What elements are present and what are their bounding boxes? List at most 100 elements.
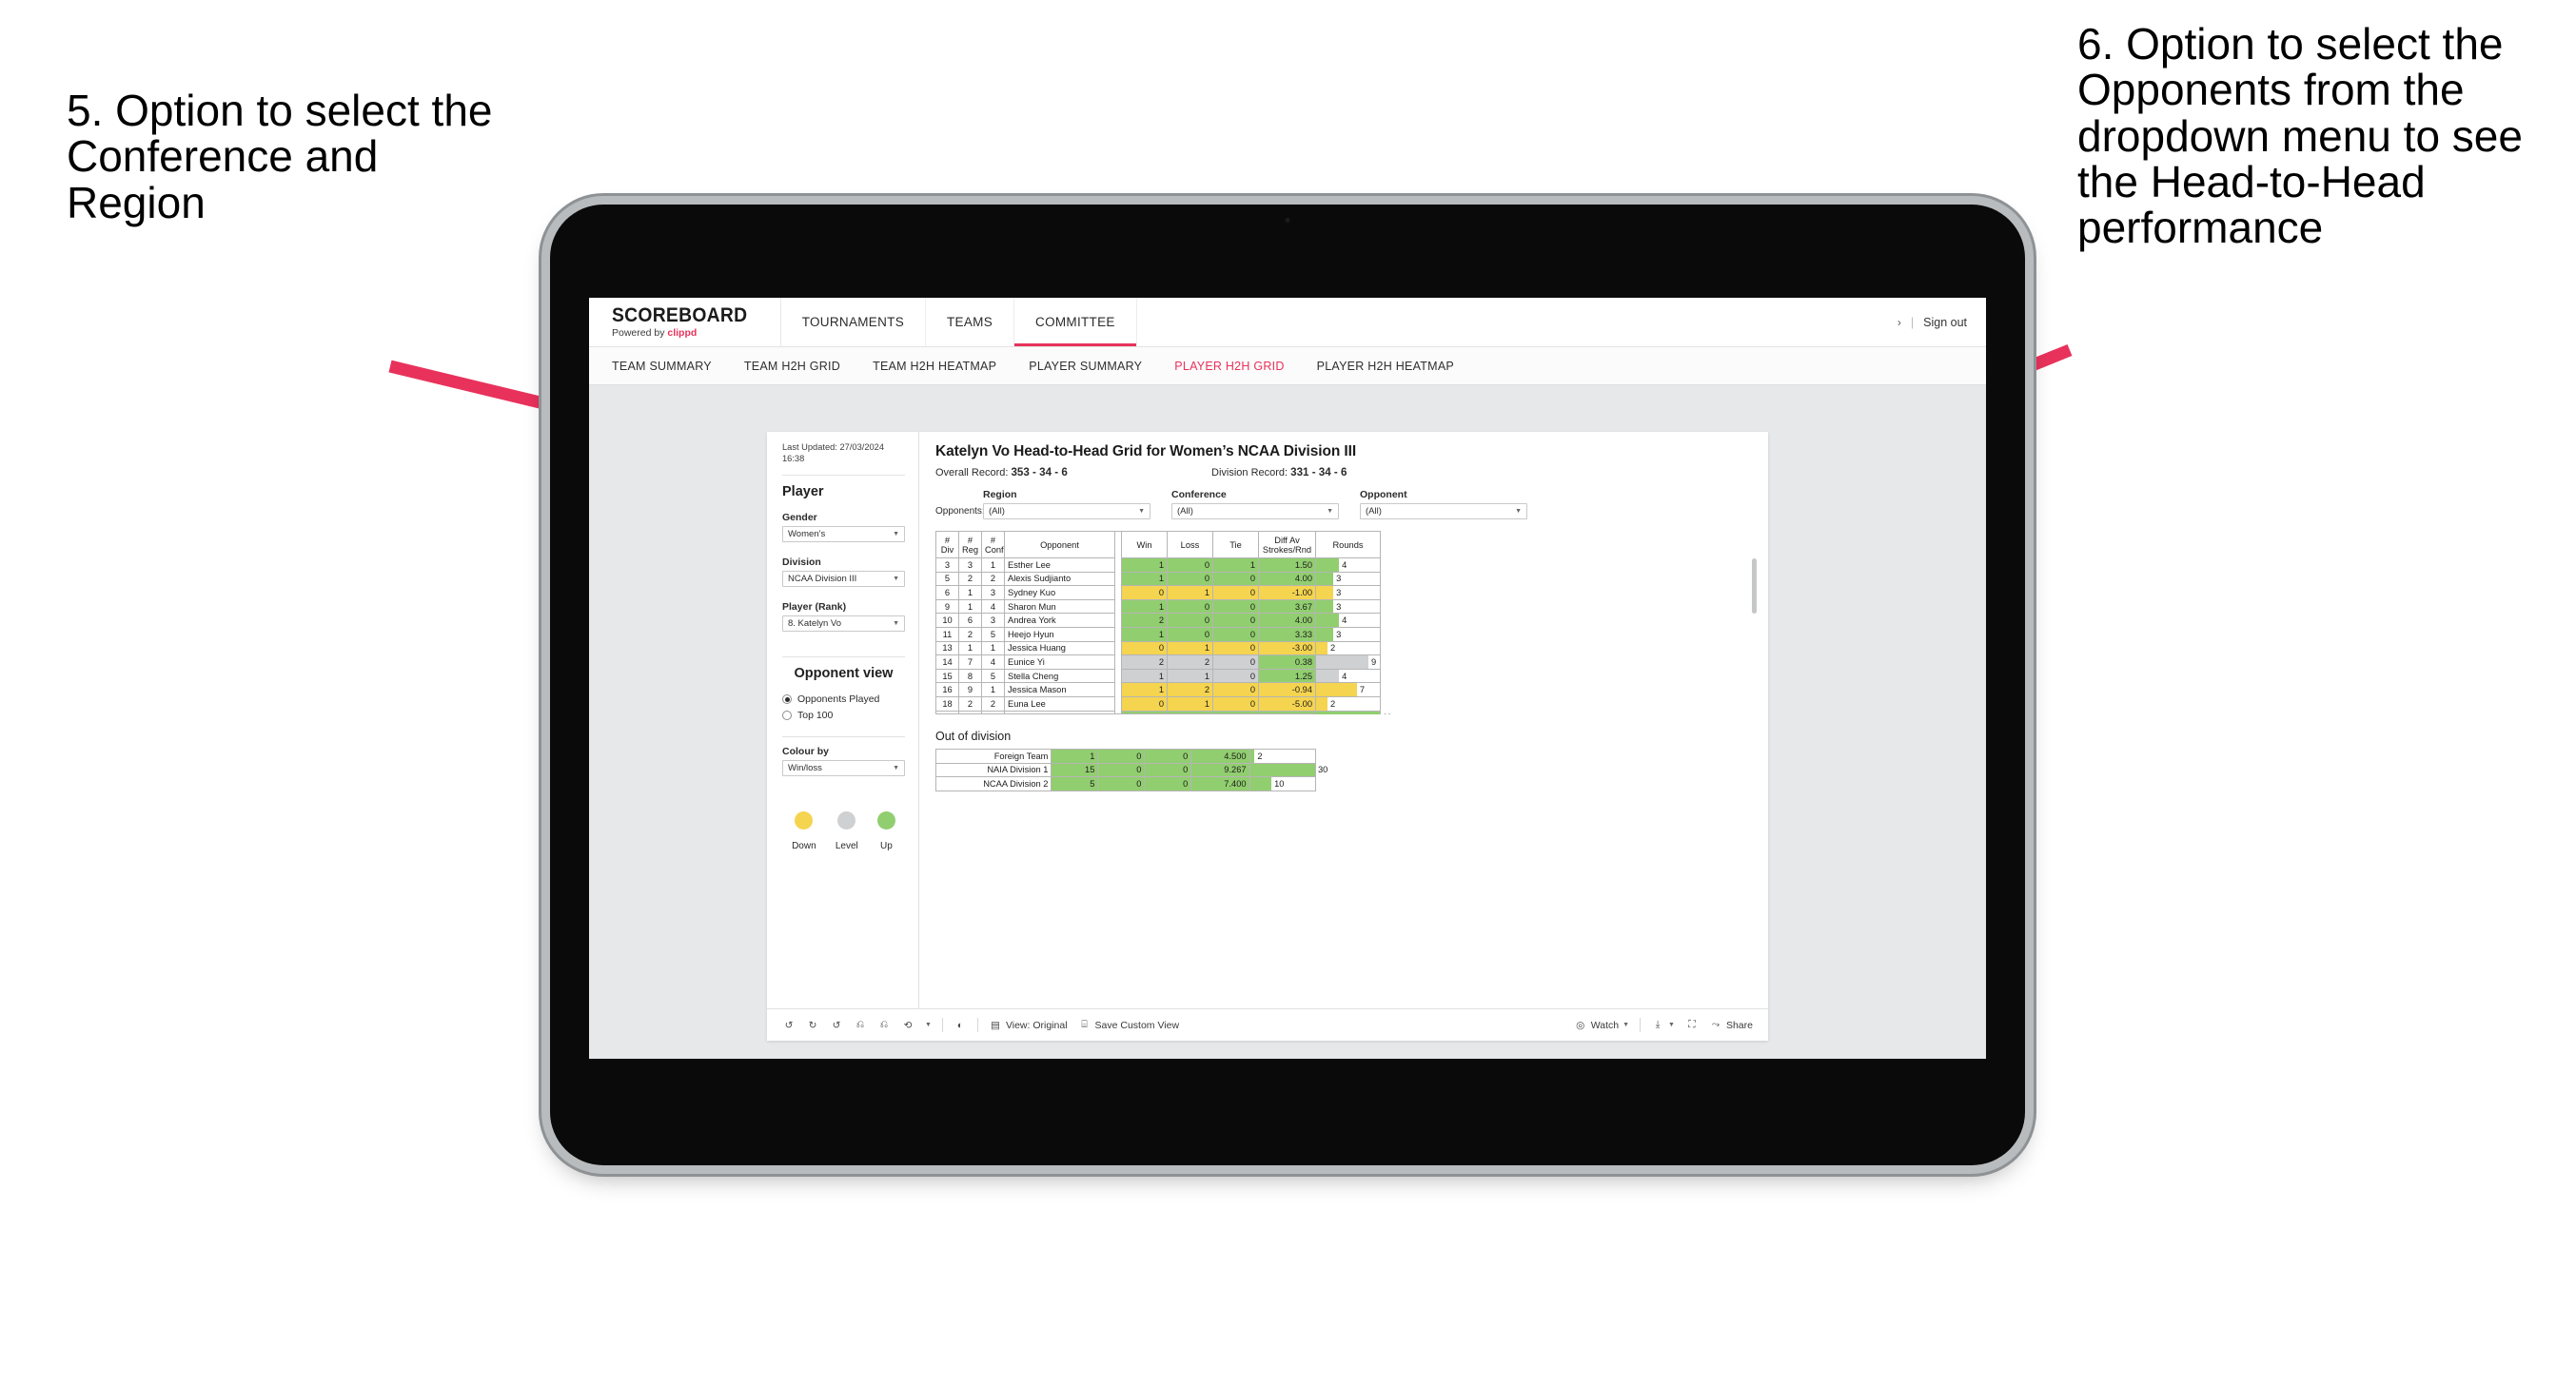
select-division-value: NCAA Division III [788, 574, 857, 585]
subnav-item-player-summary[interactable]: PLAYER SUMMARY [1029, 360, 1142, 373]
save-custom-view-button[interactable]: ⌸ Save Custom View [1078, 1019, 1179, 1032]
cell-gap [1114, 627, 1122, 642]
table-row[interactable]: 5 2 2 Alexis Sudjianto 1 0 0 4.00 3 [935, 571, 1381, 587]
sign-out-link[interactable]: Sign out [1923, 316, 1967, 329]
cell-div: 10 [935, 613, 959, 628]
cell-opponent: Jessica Huang [1004, 640, 1115, 656]
select-colour-by[interactable]: Win/loss ▼ [782, 760, 905, 777]
subnav-item-team-h2h-grid[interactable]: TEAM H2H GRID [744, 360, 840, 373]
table-row[interactable]: 9 1 4 Sharon Mun 1 0 0 3.67 3 [935, 598, 1381, 615]
main-panel: Katelyn Vo Head-to-Head Grid for Women’s… [919, 432, 1768, 1008]
subnav-item-team-summary[interactable]: TEAM SUMMARY [612, 360, 712, 373]
col-opponent: Opponent [1004, 531, 1115, 558]
cell-gap [1114, 682, 1122, 697]
table-row[interactable]: 13 1 1 Jessica Huang 0 1 0 -3.00 2 [935, 640, 1381, 656]
table-row[interactable]: 19106Emily Chang4100.3011 [935, 710, 1392, 714]
cell-win: 4 [1121, 710, 1168, 714]
table-row[interactable]: 11 2 5 Heejo Hyun 1 0 0 3.33 3 [935, 626, 1381, 642]
h2h-grid-scroll-region[interactable]: # Div # Reg # Conf Opponent Win Loss Tie… [935, 531, 1753, 714]
cell-loss: 0 [1167, 557, 1213, 573]
cell-diff: -3.00 [1258, 640, 1316, 656]
cell-diff: 0.30 [1258, 710, 1316, 714]
subnav-item-player-h2h-grid[interactable]: PLAYER H2H GRID [1174, 360, 1284, 373]
cell-win: 0 [1121, 585, 1168, 600]
table-row[interactable]: NCAA Division 2 5 0 0 7.400 10 [934, 776, 1317, 791]
revert-icon[interactable]: ↺ [830, 1019, 843, 1032]
select-opponent[interactable]: (All) ▼ [1360, 503, 1527, 519]
cell-win: 1 [1121, 557, 1168, 573]
subnav-item-player-h2h-heatmap[interactable]: PLAYER H2H HEATMAP [1317, 360, 1454, 373]
chevron-down-icon[interactable]: ▼ [925, 1022, 932, 1028]
screenshot-root: 5. Option to select the Conference and R… [0, 0, 2576, 1386]
clippd-name: clippd [667, 327, 698, 340]
chevron-down-icon: ▼ [1327, 508, 1333, 515]
cell-tie: 0 [1212, 640, 1259, 656]
pause-auto-updates-icon[interactable]: ◐ [954, 1019, 967, 1032]
rounds-value: 11 [1380, 713, 1392, 714]
legend-dot-up-icon [876, 811, 895, 830]
refresh-icon[interactable]: ⟲ [901, 1019, 914, 1032]
cell-rounds: 30 [1249, 762, 1327, 778]
table-row[interactable]: 10 6 3 Andrea York 2 0 0 4.00 4 [935, 613, 1381, 628]
col-tie: Tie [1212, 531, 1259, 558]
radio-opponents-played[interactable]: Opponents Played [782, 693, 905, 705]
cell-conf: 1 [981, 557, 1005, 573]
table-row[interactable]: NAIA Division 1 15 0 0 9.267 30 [934, 762, 1327, 778]
cell-conf: 2 [981, 695, 1005, 712]
bottom-toolbar: ↺ ↻ ↺ ⎌ ⎌ ⟲ ▼ ◐ ▤ View: Original ⌸ Save … [767, 1008, 1768, 1041]
table-row[interactable]: 3 3 1 Esther Lee 1 0 1 1.50 4 [935, 557, 1381, 573]
table-row[interactable]: 6 1 3 Sydney Kuo 0 1 0 -1.00 3 [935, 585, 1381, 600]
rounds-value: 2 [1330, 643, 1336, 654]
select-division[interactable]: NCAA Division III ▼ [782, 571, 905, 588]
table-row[interactable]: 14 7 4 Eunice Yi 2 2 0 0.38 9 [935, 654, 1381, 670]
cell-div: 14 [935, 654, 959, 670]
brand-logo[interactable]: SCOREBOARD Powered by clippd [589, 298, 781, 346]
workspace: Last Updated: 27/03/2024 16:38 Player Ge… [589, 385, 1986, 1059]
table-row[interactable]: 16 9 1 Jessica Mason 1 2 0 -0.94 7 [935, 682, 1381, 697]
tablet-screen: SCOREBOARD Powered by clippd TOURNAMENTS… [589, 298, 1986, 1059]
chevron-right-icon[interactable]: › [1898, 316, 1901, 329]
undo-icon[interactable]: ↺ [782, 1019, 796, 1032]
table-row[interactable]: Foreign Team 1 0 0 4.500 2 [934, 749, 1317, 764]
watch-button[interactable]: ◎ Watch ▼ [1574, 1019, 1629, 1032]
cell-conf: 3 [981, 585, 1005, 600]
save-view-icon: ⌸ [1081, 1019, 1088, 1030]
download-button[interactable]: ⤓ ▼ [1651, 1019, 1675, 1032]
cell-div: 9 [935, 598, 959, 615]
redo-icon[interactable]: ↻ [806, 1019, 819, 1032]
view-original-button[interactable]: ▤ View: Original [989, 1019, 1068, 1032]
topnav-item-tournaments[interactable]: TOURNAMENTS [781, 298, 926, 346]
cell-loss: 0 [1097, 762, 1146, 778]
topnav-item-teams[interactable]: TEAMS [926, 298, 1015, 346]
resume-data-icon[interactable]: ⎌ [877, 1019, 891, 1032]
topbar-right: › | Sign out [1898, 298, 1986, 346]
cell-win: 0 [1121, 640, 1168, 656]
cell-rounds: 2 [1249, 749, 1317, 764]
fullscreen-icon[interactable]: ⛶ [1685, 1019, 1699, 1032]
cell-div: 3 [935, 557, 959, 573]
subnav-item-team-h2h-heatmap[interactable]: TEAM H2H HEATMAP [873, 360, 996, 373]
filter-region: Region (All) ▼ [983, 489, 1150, 519]
select-region[interactable]: (All) ▼ [983, 503, 1150, 519]
chevron-down-icon: ▼ [1622, 1022, 1630, 1028]
radio-top-100[interactable]: Top 100 [782, 710, 905, 721]
cell-opponent: Sharon Mun [1004, 598, 1115, 615]
h2h-grid-body: 3 3 1 Esther Lee 1 0 1 1.50 4 5 2 2 Alexis Sudjianto… [935, 557, 1392, 714]
chevron-down-icon: ▼ [893, 765, 899, 772]
share-button[interactable]: ⤳ Share [1709, 1019, 1753, 1032]
h2h-grid-scrollbar[interactable] [1752, 558, 1757, 614]
cell-loss: 0 [1167, 626, 1213, 642]
table-row[interactable]: 15 8 5 Stella Cheng 1 1 0 1.25 4 [935, 668, 1381, 684]
cell-opponent: Emily Chang [1004, 710, 1115, 714]
table-row[interactable]: 18 2 2 Euna Lee 0 1 0 -5.00 2 [935, 695, 1381, 712]
topbar-separator: | [1910, 315, 1915, 329]
topnav-item-committee[interactable]: COMMITTEE [1014, 298, 1137, 346]
sub-navigation: TEAM SUMMARY TEAM H2H GRID TEAM H2H HEAT… [589, 347, 1986, 385]
select-conference[interactable]: (All) ▼ [1171, 503, 1339, 519]
cell-div: 15 [935, 668, 959, 684]
pause-data-icon[interactable]: ⎌ [854, 1019, 867, 1032]
select-gender[interactable]: Women’s ▼ [782, 526, 905, 543]
select-player-rank[interactable]: 8. Katelyn Vo ▼ [782, 615, 905, 633]
cell-win: 1 [1121, 668, 1168, 684]
cell-group-name: NAIA Division 1 [934, 762, 1052, 778]
